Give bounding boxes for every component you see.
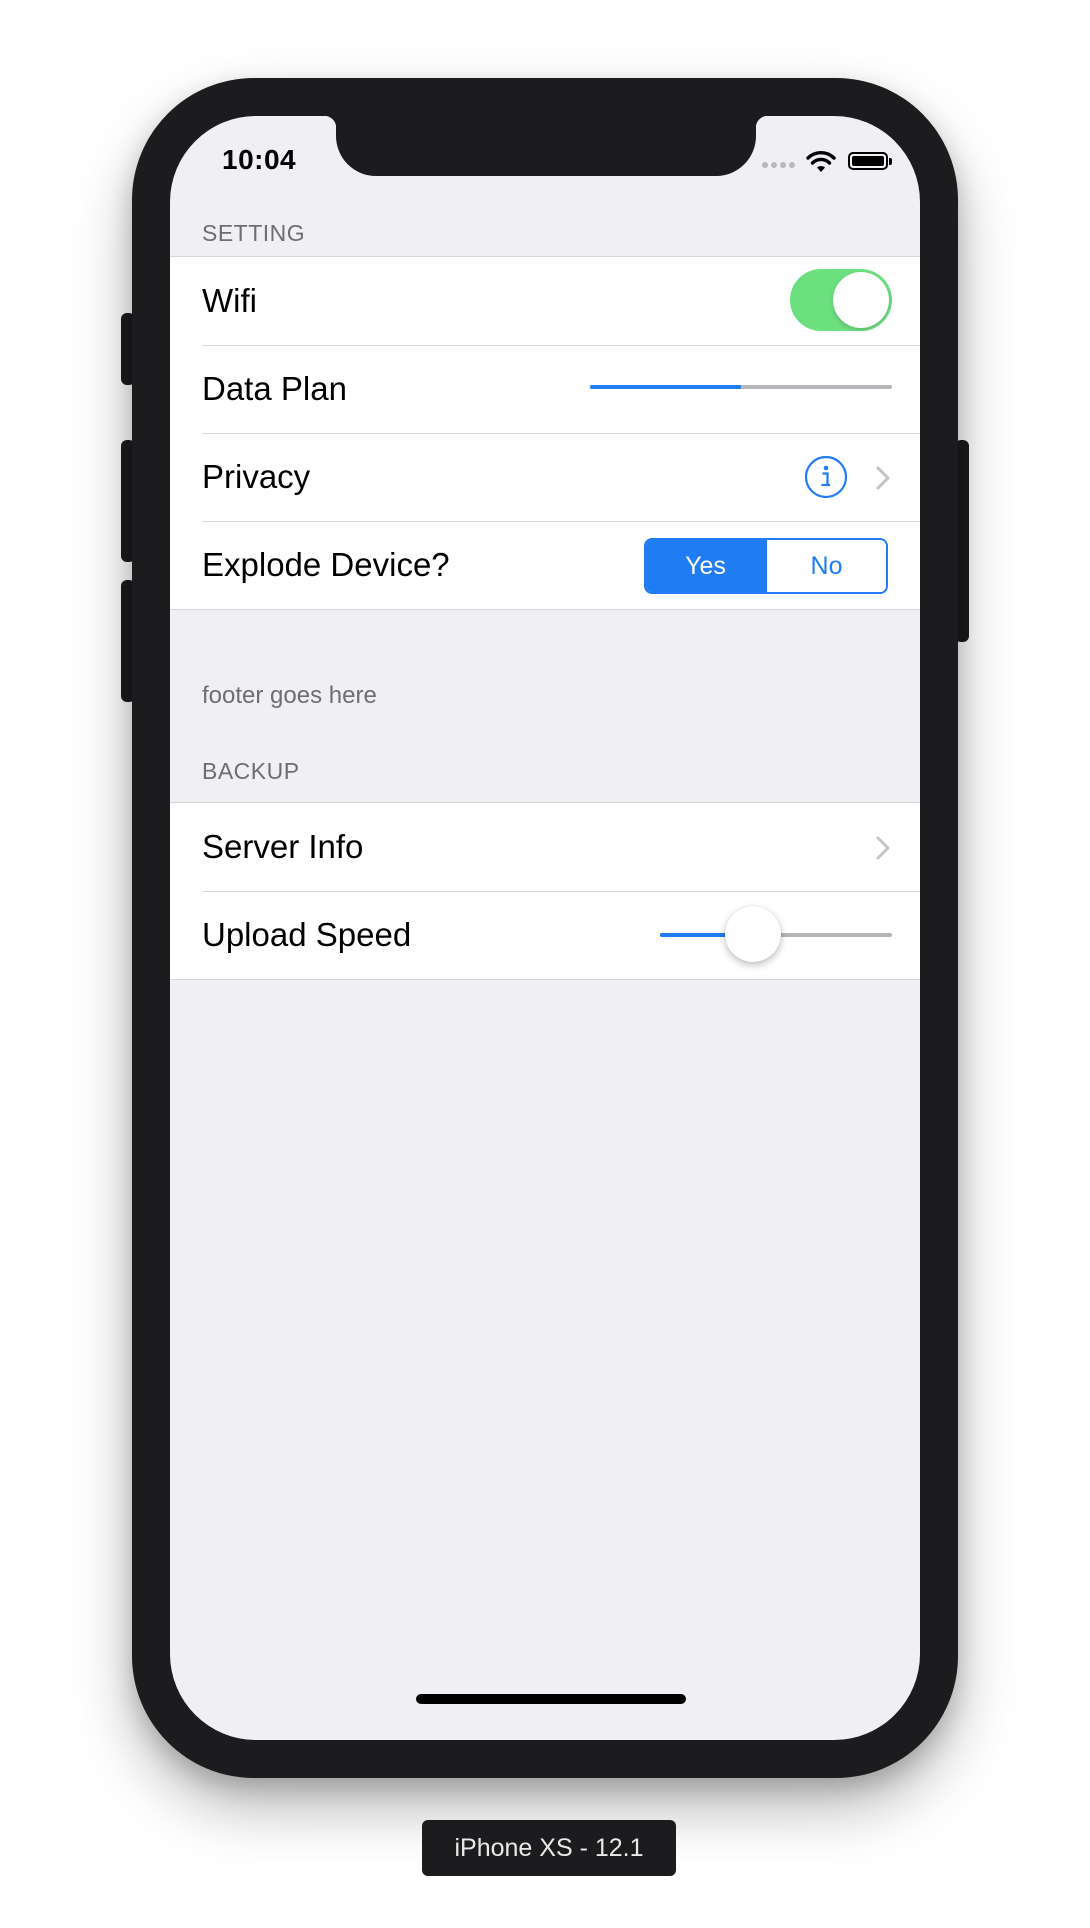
notch (324, 116, 768, 176)
data-plan-progress (590, 385, 892, 389)
section-header-backup: BACKUP (202, 758, 300, 784)
row-data-plan: Data Plan (170, 345, 920, 433)
slider-thumb[interactable] (724, 906, 781, 962)
chevron-right-icon (876, 836, 890, 860)
device-screen: 10:04 SETTING Wifi Data Plan Privacy Exp… (170, 116, 920, 1740)
chevron-right-icon (876, 466, 890, 490)
explode-segmented-control: Yes No (644, 538, 888, 594)
status-icons (762, 150, 892, 174)
progress-fill (590, 385, 741, 389)
wifi-toggle[interactable] (790, 269, 892, 331)
row-privacy[interactable]: Privacy (170, 433, 920, 521)
row-label-server-info: Server Info (202, 828, 364, 865)
backup-group: Server Info Upload Speed (170, 802, 920, 980)
row-server-info[interactable]: Server Info (170, 803, 920, 891)
row-upload-speed: Upload Speed (170, 891, 920, 979)
wifi-icon (806, 151, 836, 172)
row-label-upload-speed: Upload Speed (202, 916, 412, 953)
toggle-knob (833, 272, 889, 328)
upload-speed-slider[interactable] (660, 906, 892, 962)
row-label-wifi: Wifi (202, 282, 257, 319)
status-time: 10:04 (222, 144, 297, 175)
battery-icon (848, 152, 892, 170)
row-label-privacy: Privacy (202, 458, 311, 495)
row-label-data-plan: Data Plan (202, 370, 347, 407)
segment-yes[interactable]: Yes (646, 540, 765, 592)
row-explode-device: Explode Device? Yes No (170, 521, 920, 609)
device-label: iPhone XS - 12.1 (422, 1820, 676, 1876)
segment-no[interactable]: No (765, 540, 886, 592)
home-indicator (416, 1694, 686, 1704)
setting-group: Wifi Data Plan Privacy Explode Device? Y… (170, 256, 920, 610)
signal-icon (762, 162, 796, 170)
info-icon[interactable] (804, 455, 848, 499)
row-label-explode-device: Explode Device? (202, 546, 450, 583)
section-header-setting: SETTING (202, 220, 306, 246)
section-footer-setting: footer goes here (202, 682, 377, 709)
simulator-stage: 10:04 SETTING Wifi Data Plan Privacy Exp… (0, 0, 1090, 1928)
row-wifi: Wifi (170, 257, 920, 345)
